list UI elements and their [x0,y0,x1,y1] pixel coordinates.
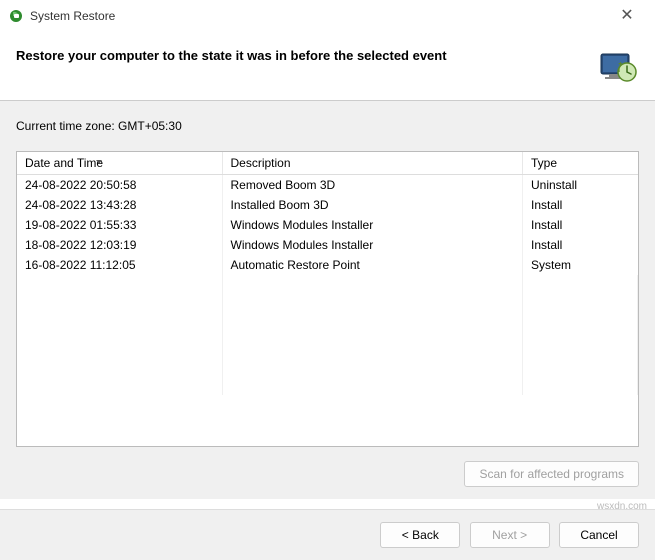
table-row[interactable]: 18-08-2022 12:03:19 Windows Modules Inst… [17,235,638,255]
scan-affected-programs-button[interactable]: Scan for affected programs [464,461,639,487]
cell-type: System [523,255,638,275]
table-row-empty [17,315,638,335]
cell-desc: Automatic Restore Point [222,255,523,275]
titlebar: System Restore ✕ [0,0,655,32]
cell-date: 24-08-2022 20:50:58 [17,175,222,196]
close-button[interactable]: ✕ [607,8,647,24]
column-header-type[interactable]: Type [523,152,638,175]
table-row[interactable]: 24-08-2022 13:43:28 Installed Boom 3D In… [17,195,638,215]
table-row[interactable]: 16-08-2022 11:12:05 Automatic Restore Po… [17,255,638,275]
cell-type: Uninstall [523,175,638,196]
timezone-label: Current time zone: GMT+05:30 [16,119,639,133]
cell-date: 18-08-2022 12:03:19 [17,235,222,255]
column-header-description[interactable]: Description [222,152,523,175]
cancel-button[interactable]: Cancel [559,522,639,548]
system-restore-icon [8,8,24,24]
back-button[interactable]: < Back [380,522,460,548]
footer: < Back Next > Cancel [0,509,655,560]
table-row-empty [17,275,638,295]
table-row-empty [17,375,638,395]
table-row[interactable]: 19-08-2022 01:55:33 Windows Modules Inst… [17,215,638,235]
header: Restore your computer to the state it wa… [0,32,655,101]
cell-type: Install [523,215,638,235]
page-headline: Restore your computer to the state it wa… [16,46,597,63]
cell-type: Install [523,195,638,215]
cell-type: Install [523,235,638,255]
table-row[interactable]: 24-08-2022 20:50:58 Removed Boom 3D Unin… [17,175,638,196]
cell-desc: Windows Modules Installer [222,235,523,255]
table-row-empty [17,335,638,355]
restore-points-table[interactable]: Date and Time Description Type 24-08-202… [16,151,639,447]
cell-date: 24-08-2022 13:43:28 [17,195,222,215]
next-button[interactable]: Next > [470,522,550,548]
column-header-date[interactable]: Date and Time [17,152,222,175]
table-row-empty [17,295,638,315]
cell-desc: Windows Modules Installer [222,215,523,235]
window-title: System Restore [30,9,607,23]
cell-date: 19-08-2022 01:55:33 [17,215,222,235]
cell-date: 16-08-2022 11:12:05 [17,255,222,275]
cell-desc: Installed Boom 3D [222,195,523,215]
content-area: Current time zone: GMT+05:30 Date and Ti… [0,101,655,499]
restore-monitor-icon [597,46,639,88]
cell-desc: Removed Boom 3D [222,175,523,196]
table-row-empty [17,355,638,375]
